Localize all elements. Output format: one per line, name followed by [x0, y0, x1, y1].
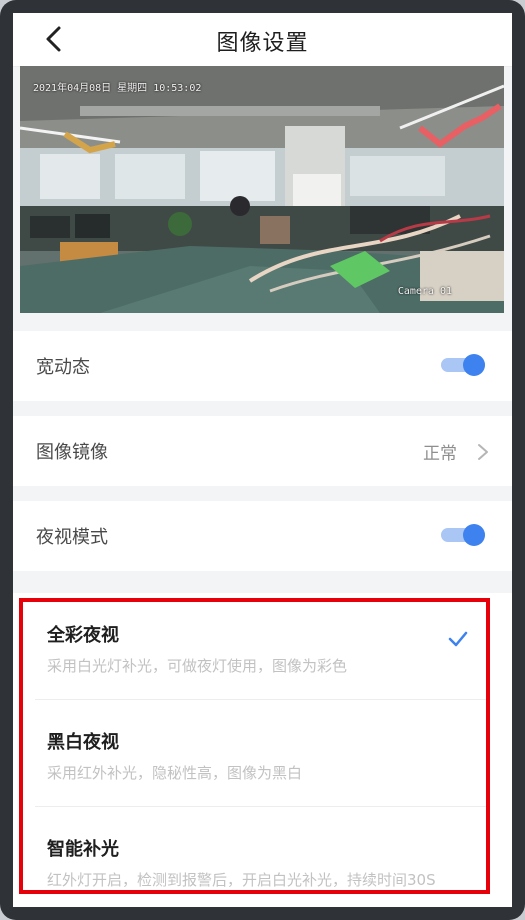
wdr-toggle[interactable] [441, 354, 485, 376]
toggle-knob [463, 524, 485, 546]
preview-timestamp: 2021年04月08日 星期四 10:53:02 [33, 83, 202, 94]
mirror-value: 正常 [423, 444, 457, 464]
wdr-row: 宽动态 [13, 331, 512, 401]
wdr-label: 宽动态 [36, 357, 90, 378]
chevron-right-icon [478, 444, 488, 460]
mirror-label: 图像镜像 [36, 442, 108, 463]
mode-description: 采用白光灯补光，可做夜灯使用，图像为彩色 [47, 657, 348, 675]
mode-description: 采用红外补光，隐秘性高，图像为黑白 [47, 764, 303, 782]
device-frame: 图像设置 2021年04月08日 星期四 10:53:02 Camera 01 … [0, 0, 525, 920]
night-vision-toggle[interactable] [441, 524, 485, 546]
checkmark-icon [448, 631, 468, 647]
night-vision-row: 夜视模式 [13, 501, 512, 571]
mirror-row[interactable]: 图像镜像 正常 [13, 416, 512, 486]
page-title: 图像设置 [216, 31, 309, 56]
night-mode-list: 全彩夜视 采用白光灯补光，可做夜灯使用，图像为彩色 黑白夜视 采用红外补光，隐秘… [13, 593, 512, 907]
mode-title: 黑白夜视 [47, 732, 119, 753]
camera-image [20, 66, 504, 313]
mode-title: 智能补光 [47, 839, 119, 860]
camera-label: Camera 01 [397, 286, 452, 297]
screen: 图像设置 2021年04月08日 星期四 10:53:02 Camera 01 … [13, 13, 512, 907]
camera-preview[interactable]: 2021年04月08日 星期四 10:53:02 Camera 01 [20, 66, 504, 313]
mode-option-black-white[interactable]: 黑白夜视 采用红外补光，隐秘性高，图像为黑白 [13, 700, 512, 807]
toggle-knob [463, 354, 485, 376]
mode-description: 红外灯开启，检测到报警后，开启白光补光，持续时间30S [47, 871, 436, 889]
mode-option-full-color[interactable]: 全彩夜视 采用白光灯补光，可做夜灯使用，图像为彩色 [13, 593, 512, 700]
mode-title: 全彩夜视 [47, 625, 119, 646]
night-vision-label: 夜视模式 [36, 527, 108, 548]
mode-option-smart-light[interactable]: 智能补光 红外灯开启，检测到报警后，开启白光补光，持续时间30S [13, 807, 512, 907]
title-bar: 图像设置 [13, 13, 512, 67]
